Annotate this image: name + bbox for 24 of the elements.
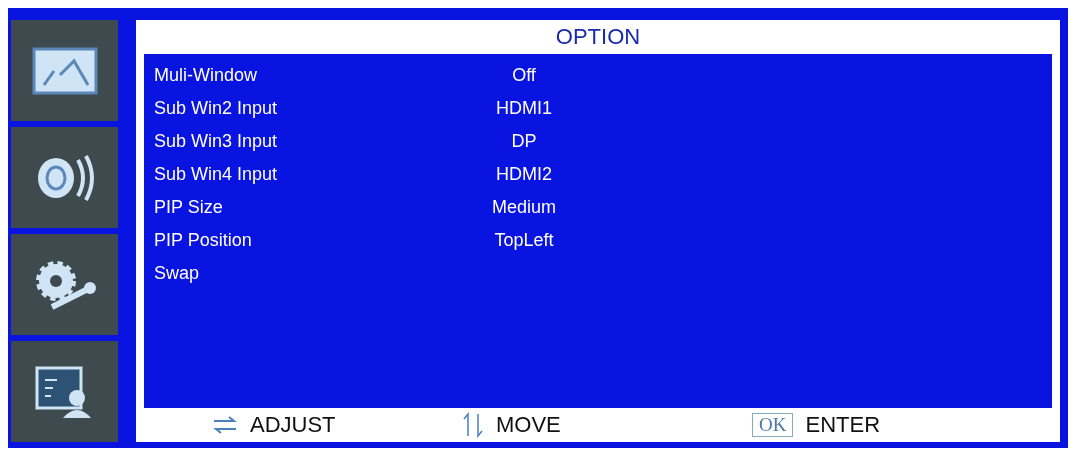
swap-arrows-icon	[212, 415, 238, 435]
menu-tile[interactable]	[11, 341, 118, 442]
option-value: Off	[511, 64, 537, 86]
option-label[interactable]: PIP Size	[154, 196, 474, 218]
hint-label: ENTER	[805, 412, 880, 438]
option-label[interactable]: Muli-Window	[154, 64, 474, 86]
option-value: HDMI1	[495, 97, 553, 119]
option-label[interactable]: Sub Win4 Input	[154, 163, 474, 185]
option-label[interactable]: Swap	[154, 262, 474, 284]
hint-label: ADJUST	[250, 412, 336, 438]
menu-tile[interactable]	[11, 20, 118, 121]
menu-tile[interactable]	[11, 234, 118, 335]
option-value: DP	[510, 130, 538, 152]
up-down-arrows-icon	[462, 412, 484, 438]
hint-label: MOVE	[496, 412, 561, 438]
menu-tile[interactable]	[11, 127, 118, 228]
option-label[interactable]: Sub Win3 Input	[154, 130, 474, 152]
option-value: Medium	[491, 196, 557, 218]
option-value: HDMI2	[495, 163, 553, 185]
option-label[interactable]: Sub Win2 Input	[154, 97, 474, 119]
ok-key: OK	[752, 413, 794, 437]
menu-title: OPTION	[554, 23, 642, 51]
option-value: TopLeft	[493, 229, 555, 251]
option-label[interactable]: PIP Position	[154, 229, 474, 251]
